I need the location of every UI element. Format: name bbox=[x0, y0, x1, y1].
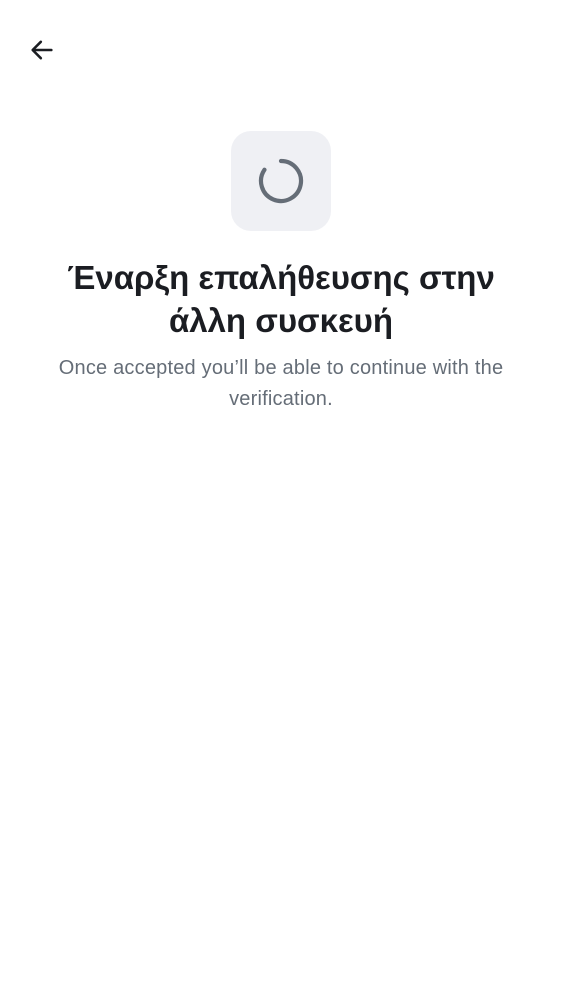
verification-status-tile bbox=[231, 131, 331, 231]
page-title: Έναρξη επαλήθευσης στην άλλη συσκευή bbox=[67, 259, 495, 339]
page-subtitle: Once accepted you’ll be able to continue… bbox=[58, 357, 504, 410]
arrow-left-icon bbox=[28, 36, 56, 64]
loading-spinner-icon bbox=[257, 157, 305, 205]
back-button[interactable] bbox=[18, 26, 66, 74]
